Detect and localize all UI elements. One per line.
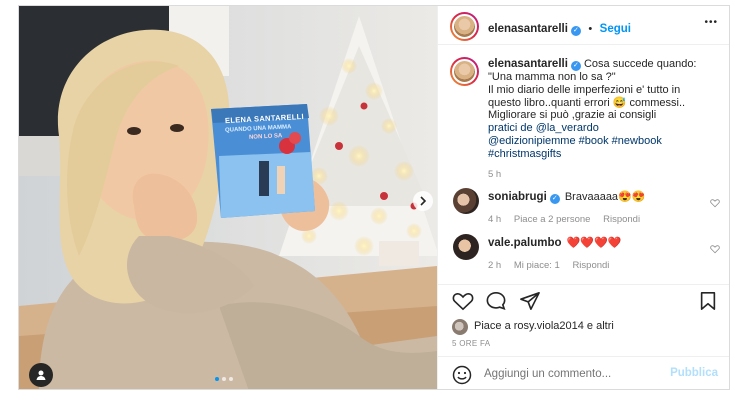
carousel-dot-active [215, 377, 219, 381]
author-avatar[interactable] [450, 12, 479, 41]
tagged-users-button[interactable] [29, 363, 53, 387]
post-sidebar: elenasantarelli ✓ • Segui ••• elenasantar… [437, 6, 729, 389]
instagram-post-card: ELENA SANTARELLI QUANDO UNA MAMMA NON LO… [18, 5, 730, 390]
comment-reply-button[interactable]: Rispondi [572, 260, 609, 271]
caption-line: Migliorare si può ,grazie ai consigli [488, 109, 657, 122]
comment-bubble-icon[interactable] [485, 291, 507, 311]
caption-line: Il mio diario delle imperfezioni e' tutt… [488, 83, 681, 96]
caption-username[interactable]: elenasantarelli [488, 58, 568, 70]
likes-text[interactable]: Piace a rosy.viola2014 e altri [474, 320, 614, 332]
add-comment-row: Pubblica [438, 357, 729, 389]
follow-button[interactable]: Segui [600, 23, 631, 35]
action-bar [438, 285, 729, 317]
caption-line[interactable]: pratici de @la_verardo [488, 122, 724, 135]
comment-like-heart-icon[interactable] [710, 244, 720, 254]
comment-input[interactable] [484, 366, 654, 382]
comment-text: Bravaaaaa😍😍 [564, 191, 646, 203]
caption-time[interactable]: 5 h [488, 169, 724, 182]
carousel-dot [222, 377, 226, 381]
carousel-dot [229, 377, 233, 381]
caption-block: elenasantarelli ✓ Cosa succede quando: "U… [438, 44, 729, 184]
share-paper-plane-icon[interactable] [519, 291, 541, 311]
caption-avatar[interactable] [450, 57, 479, 86]
comment-likes[interactable]: Piace a 2 persone [514, 214, 591, 225]
commenter-avatar[interactable] [453, 188, 479, 214]
caption-line[interactable]: @edizionipiemme #book #newbook [488, 135, 724, 148]
comment-likes[interactable]: Mi piace: 1 [514, 260, 560, 271]
verified-badge-icon: ✓ [549, 194, 560, 204]
comment-like-heart-icon[interactable] [710, 198, 720, 208]
post-header: elenasantarelli ✓ • Segui ••• [438, 6, 729, 44]
comment-username[interactable]: vale.palumbo [488, 237, 562, 249]
comment-reply-button[interactable]: Rispondi [603, 214, 640, 225]
separator-dot: • [588, 23, 593, 35]
comment-text: ❤️❤️❤️❤️ [566, 237, 622, 249]
caption-line[interactable]: #christmasgifts [488, 148, 724, 161]
like-heart-icon[interactable] [452, 291, 474, 311]
likes-row: Piace a rosy.viola2014 e altri [452, 319, 722, 335]
more-options-button[interactable]: ••• [704, 17, 718, 28]
publish-button[interactable]: Pubblica [670, 367, 718, 379]
post-photo-illustration [19, 6, 437, 389]
verified-badge-icon: ✓ [570, 26, 581, 36]
comment-username[interactable]: soniabrugi [488, 191, 547, 203]
caption-line: "Una mamma non lo sa ?" [488, 71, 616, 83]
chevron-right-icon [420, 196, 427, 206]
post-timestamp[interactable]: 5 ORE FA [452, 339, 490, 348]
comment-item: soniabrugi ✓ Bravaaaaa😍😍 4 h Piace a 2 pe… [438, 184, 729, 228]
caption-line: Cosa succede quando: [583, 58, 697, 70]
post-photo[interactable]: ELENA SANTARELLI QUANDO UNA MAMMA NON LO… [19, 6, 437, 389]
caption-line: questo libro..quanti errori 😅 commessi.. [488, 96, 686, 109]
commenter-avatar[interactable] [453, 234, 479, 260]
verified-badge-icon: ✓ [570, 61, 581, 71]
user-icon [36, 370, 46, 380]
carousel-next-button[interactable] [413, 191, 433, 211]
author-username[interactable]: elenasantarelli [488, 23, 568, 35]
liker-avatar[interactable] [452, 319, 468, 335]
comment-time[interactable]: 4 h [488, 214, 501, 225]
comment-time[interactable]: 2 h [488, 260, 501, 271]
emoji-smiley-icon[interactable] [452, 365, 472, 385]
save-bookmark-icon[interactable] [698, 291, 718, 311]
carousel-dots [215, 377, 233, 381]
comment-item: vale.palumbo ❤️❤️❤️❤️ 2 h Mi piace: 1 Ri… [438, 230, 729, 274]
